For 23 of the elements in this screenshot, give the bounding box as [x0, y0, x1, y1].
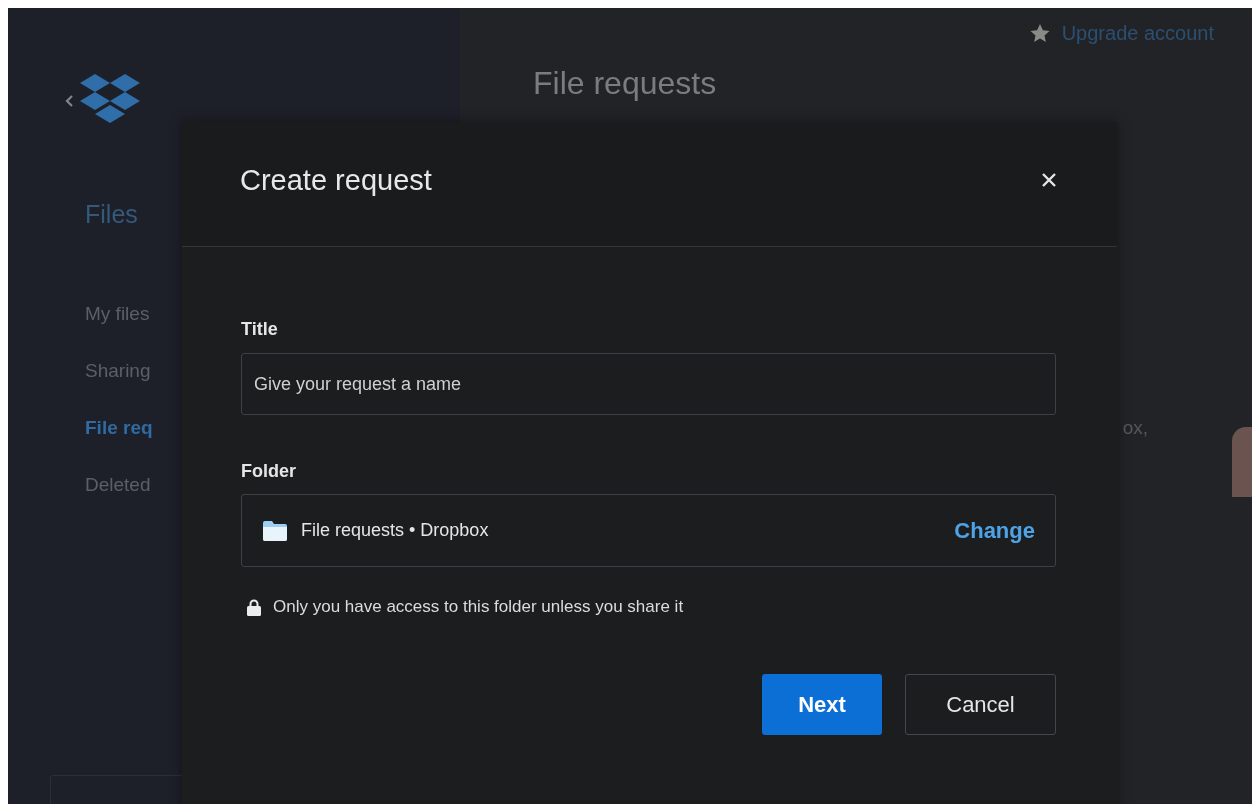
- sidebar-item[interactable]: Sharing: [85, 359, 181, 383]
- field-label: Title: [241, 319, 279, 340]
- sidebar-item[interactable]: File req: [85, 416, 181, 440]
- box-logo-icon: [80, 74, 140, 126]
- close-icon: [1041, 172, 1057, 188]
- photo-placeholder: [1232, 427, 1252, 497]
- change-button[interactable]: Change: [954, 517, 1035, 544]
- folder-name: File requests • Dropbox: [301, 520, 490, 541]
- star-icon: [1029, 24, 1050, 43]
- access-note: Only you have access to this folder unless you share it: [273, 597, 684, 617]
- folder-icon: [263, 520, 287, 541]
- lock-icon: [247, 598, 261, 616]
- upgrade-link[interactable]: Upgrade account: [1061, 22, 1214, 45]
- sidebar-item[interactable]: My files: [85, 302, 181, 326]
- title-input-field[interactable]: Give your request a name: [241, 353, 1056, 415]
- sidebar-item[interactable]: Deleted: [85, 473, 181, 497]
- cancel-button[interactable]: Cancel: [905, 674, 1056, 735]
- dialog-title: Create request: [240, 163, 432, 197]
- field-label: Folder: [241, 461, 297, 482]
- back-chevron-icon: [64, 94, 74, 108]
- page-heading: File requests: [533, 65, 718, 102]
- next-button[interactable]: Next: [762, 674, 882, 735]
- folder-field[interactable]: File requests • Dropbox Change: [241, 494, 1056, 567]
